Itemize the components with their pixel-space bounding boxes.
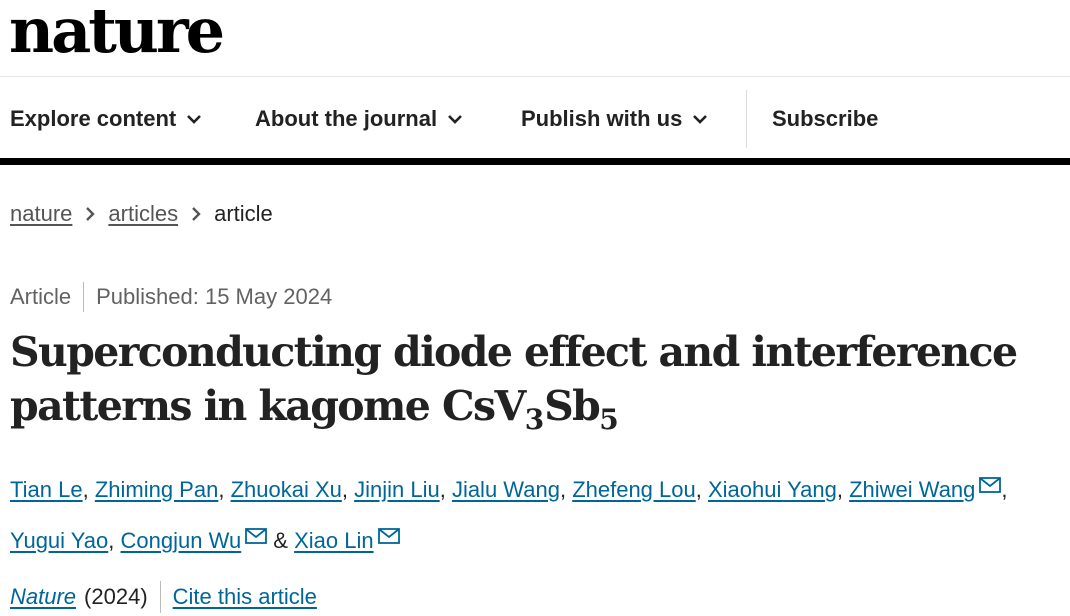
article-type: Article bbox=[10, 284, 72, 309]
meta-separator bbox=[83, 282, 85, 312]
author-link[interactable]: Zhiming Pan bbox=[95, 477, 219, 502]
breadcrumb: nature articles article bbox=[10, 199, 273, 229]
nav-explore-content[interactable]: Explore content bbox=[10, 90, 202, 148]
chevron-down-icon bbox=[447, 114, 463, 124]
citation-separator bbox=[159, 581, 161, 613]
title-line-1: Superconducting diode effect and interfe… bbox=[10, 328, 1018, 376]
breadcrumb-articles-link[interactable]: articles bbox=[108, 201, 178, 227]
nav-about-the-journal-label: About the journal bbox=[255, 106, 438, 131]
nav-about-the-journal[interactable]: About the journal bbox=[255, 90, 463, 148]
author-link[interactable]: Tian Le bbox=[10, 477, 83, 502]
title-line-2: patterns in kagome CsV bbox=[10, 382, 526, 430]
author-link[interactable]: Zhiwei Wang bbox=[849, 477, 975, 502]
chevron-right-icon bbox=[85, 206, 96, 222]
journal-link[interactable]: Nature bbox=[10, 584, 76, 610]
nav-publish-with-us[interactable]: Publish with us bbox=[521, 90, 708, 148]
author-link[interactable]: Xiaohui Yang bbox=[708, 477, 837, 502]
nav-explore-content-label: Explore content bbox=[10, 106, 177, 131]
title-sb: Sb bbox=[544, 382, 601, 430]
article-title: Superconducting diode effect and interfe… bbox=[10, 325, 1050, 436]
mail-icon[interactable] bbox=[377, 513, 400, 560]
title-subscript-5: 5 bbox=[599, 403, 619, 436]
nav-separator bbox=[746, 90, 747, 148]
header-divider bbox=[0, 76, 1070, 77]
nature-logo[interactable]: nature bbox=[9, 0, 225, 67]
nav-bottom-rule bbox=[0, 158, 1070, 165]
author-link[interactable]: Zhefeng Lou bbox=[572, 477, 696, 502]
mail-icon[interactable] bbox=[245, 513, 268, 560]
publication-year: (2024) bbox=[84, 584, 148, 609]
nav-publish-with-us-label: Publish with us bbox=[521, 106, 683, 131]
author-list: Tian Le, Zhiming Pan, Zhuokai Xu, Jinjin… bbox=[10, 462, 1065, 564]
author-link[interactable]: Yugui Yao bbox=[10, 528, 108, 553]
article-meta: Article Published: 15 May 2024 bbox=[10, 282, 332, 312]
nav-subscribe-label: Subscribe bbox=[772, 106, 879, 131]
mail-icon[interactable] bbox=[979, 462, 1002, 509]
cite-this-article-link[interactable]: Cite this article bbox=[173, 584, 317, 610]
chevron-right-icon bbox=[191, 206, 201, 222]
citation-line: Nature (2024) Cite this article bbox=[10, 581, 317, 613]
author-link[interactable]: Jinjin Liu bbox=[354, 477, 440, 502]
author-link[interactable]: Congjun Wu bbox=[121, 528, 242, 553]
author-link[interactable]: Jialu Wang bbox=[452, 477, 560, 502]
author-link[interactable]: Zhuokai Xu bbox=[231, 477, 342, 502]
author-link[interactable]: Xiao Lin bbox=[294, 528, 374, 553]
nav-subscribe[interactable]: Subscribe bbox=[772, 90, 878, 148]
breadcrumb-current: article bbox=[214, 201, 273, 226]
chevron-down-icon bbox=[186, 114, 202, 124]
title-subscript-3: 3 bbox=[524, 403, 545, 436]
published-date: Published: 15 May 2024 bbox=[96, 284, 333, 309]
main-nav: Explore content About the journal Publis… bbox=[0, 90, 1070, 148]
breadcrumb-home-link[interactable]: nature bbox=[10, 201, 72, 227]
chevron-down-icon bbox=[692, 114, 708, 124]
